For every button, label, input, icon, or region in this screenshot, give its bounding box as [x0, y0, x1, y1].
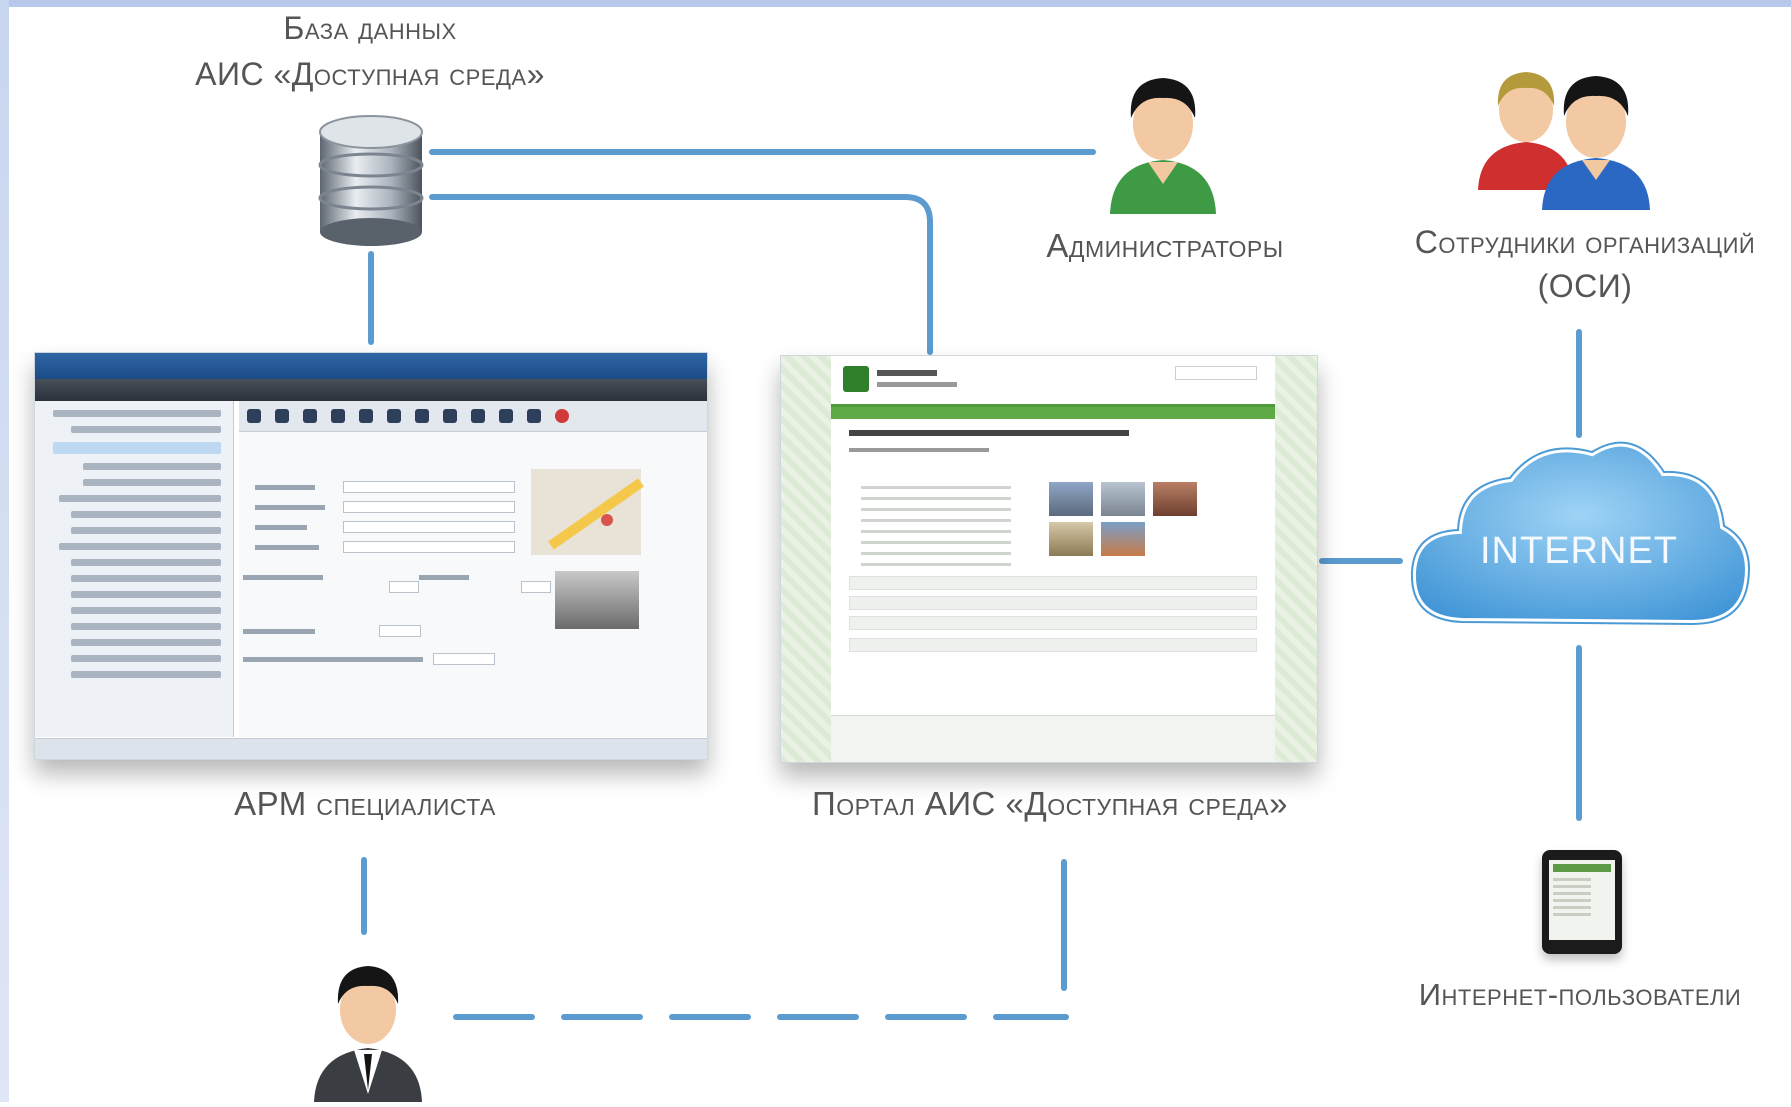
apm-form-area: [239, 401, 707, 737]
apm-window-titlebar: [35, 353, 707, 379]
org-staff-label-line2: (ОСИ): [1537, 268, 1633, 304]
administrator-user-icon: [1110, 78, 1216, 214]
database-label: База данных АИС «Доступная среда»: [150, 8, 590, 94]
org-staff-node: [1478, 62, 1658, 212]
database-label-line1: База данных: [283, 10, 457, 46]
internet-cloud-label: INTERNET: [1480, 530, 1678, 572]
administrators-node: [1098, 66, 1228, 216]
apm-icon-toolbar: [239, 401, 707, 432]
administrators-label: Администраторы: [1046, 227, 1284, 264]
portal-footer: [831, 715, 1275, 762]
portal-screenshot: [780, 355, 1318, 763]
database-icon: [318, 115, 424, 246]
apm-screenshot: [34, 352, 708, 760]
database-label-line2: АИС «Доступная среда»: [195, 56, 545, 92]
apm-label: АРМ специалиста: [234, 785, 496, 822]
internet-users-label: Интернет-пользователи: [1418, 977, 1742, 1012]
portal-label: Портал АИС «Доступная среда»: [812, 785, 1288, 822]
portal-header: [831, 356, 1275, 407]
portal-logo: [843, 366, 869, 392]
apm-map-thumbnail: [531, 469, 641, 555]
link-db-portal: [429, 194, 933, 355]
apm-window-toolbar: [35, 379, 707, 401]
organization-staff-users-icon: [1478, 72, 1650, 210]
specialist-user-icon: [314, 966, 422, 1102]
apm-navigation-tree: [35, 401, 234, 737]
apm-statusbar: [35, 738, 707, 759]
org-staff-label: Сотрудники организаций (ОСИ): [1380, 222, 1790, 306]
tablet-icon: [1542, 850, 1622, 954]
portal-object-title: [849, 430, 1129, 436]
portal-page: [831, 356, 1275, 762]
org-staff-label-line1: Сотрудники организаций: [1414, 224, 1756, 260]
internet-cloud-node: INTERNET: [1402, 432, 1757, 652]
specialist-node: [310, 958, 426, 1102]
database-node: [312, 112, 430, 250]
apm-building-photo: [555, 571, 639, 629]
portal-nav-bar: [831, 407, 1275, 419]
